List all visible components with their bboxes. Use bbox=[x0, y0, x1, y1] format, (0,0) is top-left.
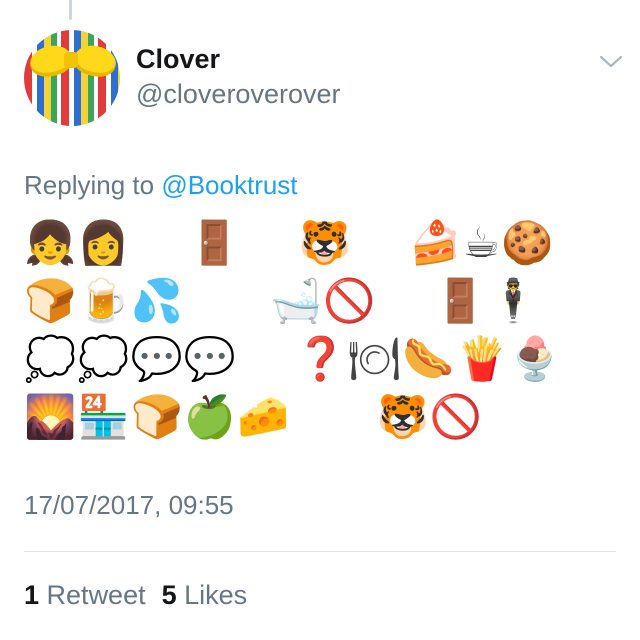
tweet-body: 👧👩 🚪 🐯 🍰☕🍪 🍞🍺💦 🛁🚫 🚪🕴 💭💭💬💬 ❓🍽🌭🍟🍨 🌄🏪🍞🍏🧀 🐯🚫 bbox=[24, 214, 624, 446]
avatar-bow-knot bbox=[64, 52, 78, 68]
retweet-count: 1 bbox=[24, 580, 40, 610]
reply-mention-link[interactable]: @Booktrust bbox=[161, 170, 297, 200]
retweets-stat[interactable]: 1 Retweet bbox=[24, 580, 146, 610]
likes-stat[interactable]: 5 Likes bbox=[162, 580, 248, 610]
like-label: Likes bbox=[184, 580, 248, 610]
replying-to: Replying to @Booktrust bbox=[24, 170, 298, 201]
emoji-line-1: 👧👩 🚪 🐯 🍰☕🍪 bbox=[24, 218, 555, 267]
replying-to-prefix: Replying to bbox=[24, 170, 162, 200]
thread-connector-line bbox=[69, 0, 72, 20]
emoji-line-2: 🍞🍺💦 🛁🚫 🚪🕴 bbox=[24, 276, 541, 325]
emoji-line-4: 🌄🏪🍞🍏🧀 🐯🚫 bbox=[24, 392, 484, 441]
retweet-label: Retweet bbox=[46, 580, 146, 610]
avatar-bow-right bbox=[71, 41, 119, 81]
chevron-down-icon[interactable] bbox=[598, 48, 624, 74]
divider bbox=[24, 551, 616, 552]
like-count: 5 bbox=[161, 580, 177, 610]
avatar[interactable] bbox=[24, 30, 120, 126]
author-handle[interactable]: @cloveroverover bbox=[136, 79, 340, 110]
tweet-timestamp: 17/07/2017, 09:55 bbox=[24, 490, 234, 520]
tweet-header: Clover @cloveroverover bbox=[24, 30, 624, 130]
author-name[interactable]: Clover bbox=[136, 44, 220, 75]
emoji-line-3: 💭💭💬💬 ❓🍽🌭🍟🍨 bbox=[24, 334, 563, 383]
tweet-stats: 1 Retweet 5 Likes bbox=[24, 580, 247, 611]
